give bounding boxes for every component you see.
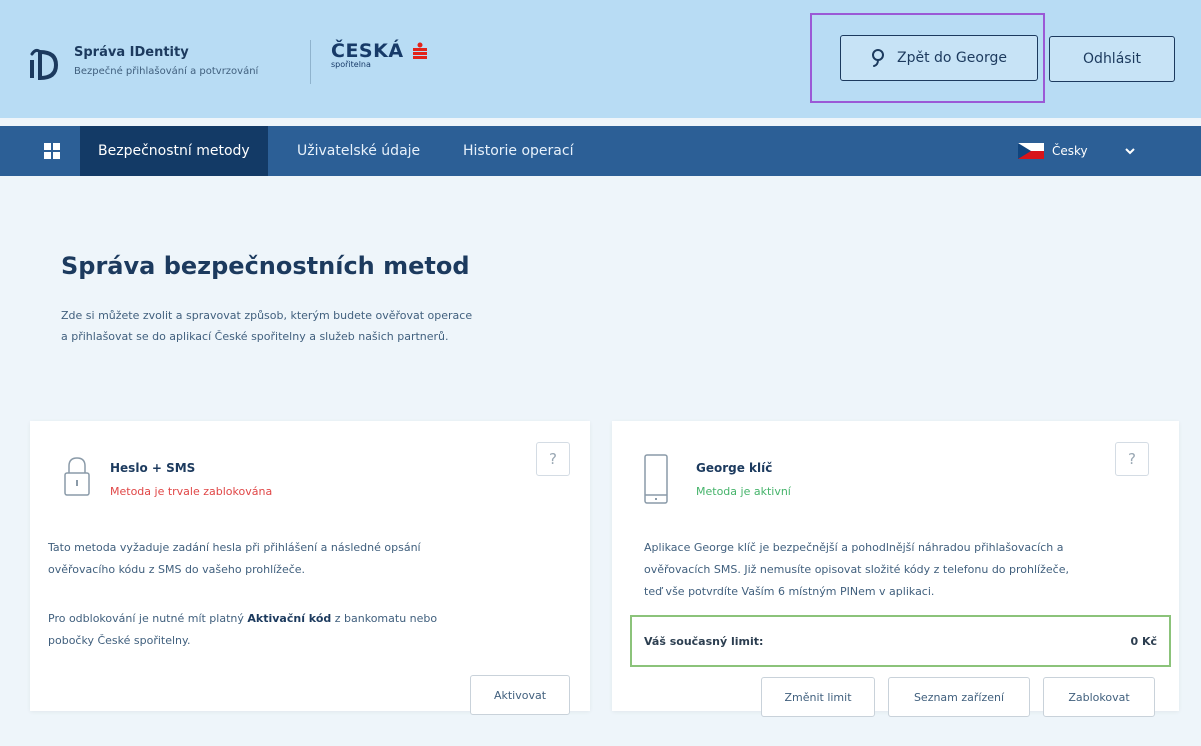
activate-button[interactable]: Aktivovat: [470, 675, 570, 715]
activation-code-label: Aktivační kód: [247, 612, 332, 625]
current-limit-box: Váš současný limit: 0 Kč: [630, 615, 1171, 667]
description-line-2: ověřovacího kódu z SMS do vašeho prohlíž…: [48, 563, 306, 576]
description-line-1: Aplikace George klíč je bezpečnější a po…: [644, 541, 1064, 554]
description-line-3: teď vše potvrdíte Vaším 6 místným PINem …: [644, 585, 935, 598]
bank-logo: ČESKÁ spořitelna: [331, 40, 428, 69]
app-header: Správa IDentity Bezpečné přihlašování a …: [0, 0, 1201, 118]
method-card-heslo: Heslo + SMS Metoda je trvale zablokována…: [30, 421, 590, 715]
logout-button[interactable]: Odhlásit: [1049, 36, 1175, 82]
help-button[interactable]: ?: [536, 442, 570, 476]
tab-security-methods[interactable]: Bezpečnostní metody: [80, 126, 268, 176]
method-status: Metoda je aktivní: [696, 485, 791, 498]
brand-subtitle: Bezpečné přihlašování a potvrzování: [74, 66, 259, 77]
id-logo-icon: [30, 48, 59, 81]
device-list-button[interactable]: Seznam zařízení: [888, 677, 1030, 717]
language-selector[interactable]: Česky: [1018, 126, 1088, 176]
header-divider: [310, 40, 311, 84]
back-button-label: Zpět do George: [897, 50, 1007, 66]
tab-user-details[interactable]: Uživatelské údaje: [279, 126, 438, 176]
method-status: Metoda je trvale zablokována: [110, 485, 273, 498]
language-label: Česky: [1052, 144, 1088, 158]
help-button[interactable]: ?: [1115, 442, 1149, 476]
page-intro: Zde si můžete zvolit a spravovat způsob,…: [61, 305, 581, 347]
george-icon: [872, 49, 884, 67]
method-title: George klíč: [696, 461, 773, 475]
lock-icon: [64, 457, 90, 496]
unblock-info: Pro odblokování je nutné mít platný Akti…: [48, 608, 578, 652]
unblock-prefix: Pro odblokování je nutné mít platný: [48, 612, 244, 625]
description-line-2: ověřovacích SMS. Již nemusíte opisovat s…: [644, 563, 1069, 576]
bank-logo-icon: [412, 42, 427, 59]
tab-operation-history[interactable]: Historie operací: [445, 126, 591, 176]
method-description: Tato metoda vyžaduje zadání hesla při př…: [48, 537, 578, 581]
grid-icon[interactable]: [44, 143, 60, 159]
back-to-george-button[interactable]: Zpět do George: [840, 35, 1038, 81]
main-nav: Bezpečnostní metody Uživatelské údaje Hi…: [0, 126, 1201, 176]
change-limit-button[interactable]: Změnit limit: [761, 677, 875, 717]
brand-title: Správa IDentity: [74, 45, 189, 60]
limit-value: 0 Kč: [1130, 634, 1157, 648]
page-title: Správa bezpečnostních metod: [61, 252, 470, 280]
unblock-line-2: pobočky České spořitelny.: [48, 634, 191, 647]
bank-name: ČESKÁ: [331, 40, 404, 62]
method-title: Heslo + SMS: [110, 461, 196, 475]
unblock-suffix: z bankomatu nebo: [334, 612, 438, 625]
phone-icon: [644, 454, 668, 504]
intro-line-1: Zde si můžete zvolit a spravovat způsob,…: [61, 309, 473, 322]
intro-line-2: a přihlašovat se do aplikací České spoři…: [61, 330, 449, 343]
block-button[interactable]: Zablokovat: [1043, 677, 1155, 717]
method-card-george-klic: George klíč Metoda je aktivní ? Aplikace…: [612, 421, 1179, 717]
czech-flag-icon: [1018, 143, 1044, 159]
description-line-1: Tato metoda vyžaduje zadání hesla při př…: [48, 541, 421, 554]
limit-label: Váš současný limit:: [644, 634, 764, 648]
chevron-down-icon[interactable]: [1123, 144, 1137, 158]
method-description: Aplikace George klíč je bezpečnější a po…: [644, 537, 1169, 603]
